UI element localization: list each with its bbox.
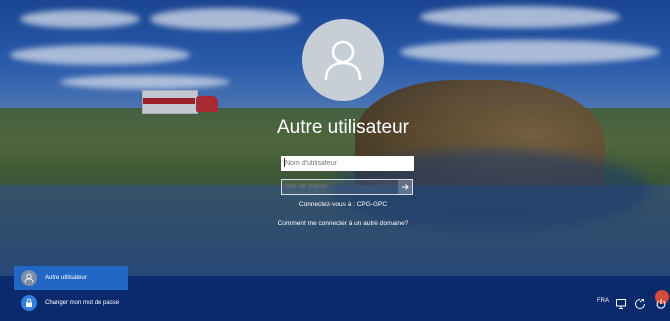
user-item-change-password[interactable]: Changer mon mot de passe (14, 291, 128, 315)
network-button[interactable] (614, 297, 628, 311)
language-indicator[interactable]: FRA (597, 298, 609, 304)
arrow-right-icon (402, 184, 409, 190)
other-domain-link[interactable]: Comment me connecter à un autre domaine? (276, 219, 410, 228)
user-item-other-user[interactable]: Autre utilisateur (14, 266, 128, 290)
user-item-label: Changer mon mot de passe (45, 300, 120, 306)
user-icon (24, 273, 34, 283)
submit-button[interactable] (398, 180, 412, 194)
lock-icon (26, 298, 32, 307)
power-button[interactable] (654, 297, 668, 311)
user-avatar (302, 19, 384, 101)
password-field[interactable] (281, 179, 413, 195)
power-icon (656, 299, 666, 309)
ease-of-access-button[interactable] (633, 297, 647, 311)
text-cursor (284, 158, 285, 167)
domain-info: Connectez-vous à : CPG-GPC (298, 201, 388, 208)
login-title: Autre utilisateur (276, 117, 409, 138)
user-avatar-small (21, 270, 37, 286)
password-input[interactable] (282, 180, 395, 194)
ease-of-access-icon (635, 299, 645, 309)
user-icon (324, 40, 362, 81)
user-item-label: Autre utilisateur (45, 275, 87, 281)
username-input[interactable] (281, 156, 414, 171)
monitor-icon (616, 299, 626, 309)
lock-avatar (21, 295, 37, 311)
